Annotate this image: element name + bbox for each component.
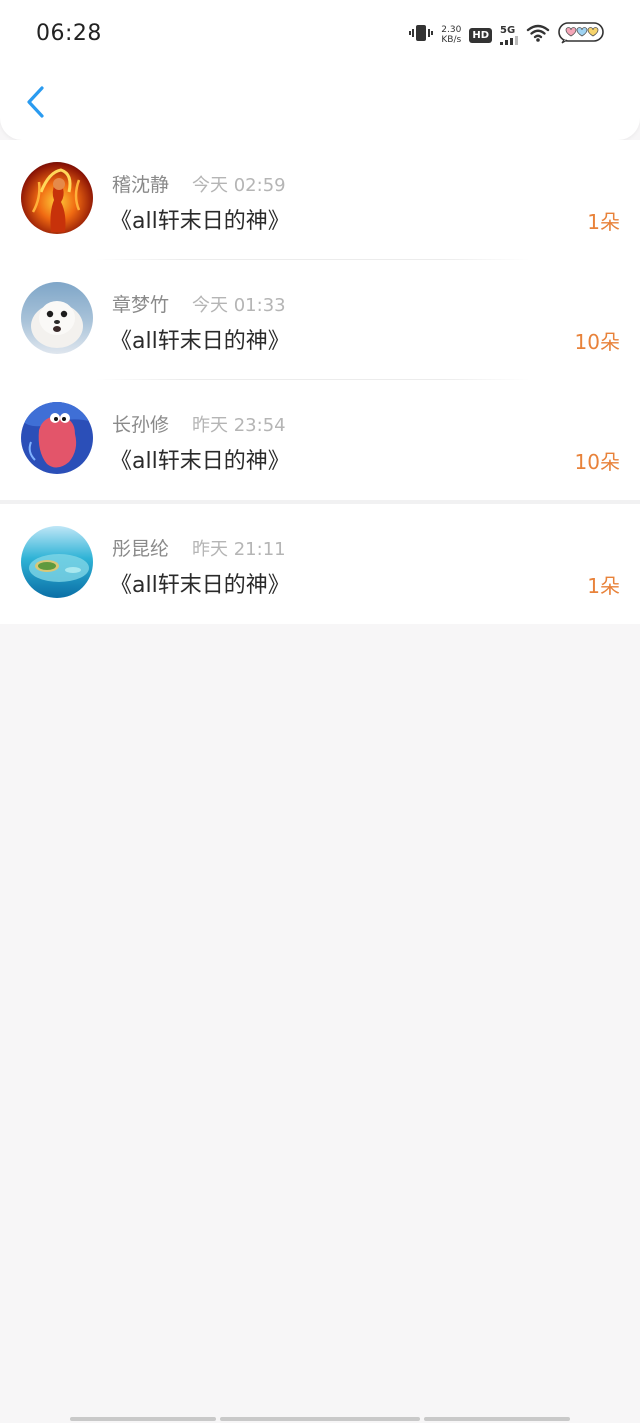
book-title: 《all轩末日的神》 [110,573,290,598]
sender-name: 彤昆纶 [112,538,170,560]
flower-count: 10朵 [574,450,620,474]
list-group: 彤昆纶 昨天 21:11 《all轩末日的神》 1朵 [0,504,640,624]
sent-time: 今天 02:59 [192,175,286,196]
network-speed-value: 2.30 [441,25,462,35]
cartoon-crab-avatar-image [21,402,93,474]
nav-gesture-bar[interactable] [220,1417,420,1421]
sent-time: 今天 01:33 [192,295,286,316]
flower-count: 1朵 [587,574,620,598]
hd-icon: HD [469,27,492,43]
status-bar: 06:28 2.30 KB/s HD 5G [0,0,640,70]
flower-count: 10朵 [574,330,620,354]
avatar[interactable] [21,162,93,234]
vibrate-icon [409,23,434,47]
list-item[interactable]: 彤昆纶 昨天 21:11 《all轩末日的神》 1朵 [0,504,640,624]
flower-count: 1朵 [587,210,620,234]
nav-gesture-bar[interactable] [70,1417,216,1421]
sent-time: 昨天 23:54 [192,415,286,436]
status-icons: 2.30 KB/s HD 5G [409,20,606,50]
network-speed-unit: KB/s [441,35,462,45]
list-item[interactable]: 长孙修 昨天 23:54 《all轩末日的神》 10朵 [0,380,640,500]
avatar[interactable] [21,282,93,354]
sender-name: 稽沈静 [112,174,170,196]
gift-record-list: 稽沈静 今天 02:59 《all轩末日的神》 1朵 章梦竹 今天 01:33 … [0,140,640,624]
book-title: 《all轩末日的神》 [110,329,290,354]
cellular-signal-icon: 5G [500,25,518,45]
island-avatar-image [21,526,93,598]
avatar[interactable] [21,402,93,474]
status-time: 06:28 [36,21,102,46]
wifi-icon [526,23,550,47]
avatar[interactable] [21,526,93,598]
seal-avatar-image [21,282,93,354]
fire-woman-avatar-image [21,162,93,234]
book-title: 《all轩末日的神》 [110,209,290,234]
battery-hearts-icon [558,22,606,48]
list-item[interactable]: 稽沈静 今天 02:59 《all轩末日的神》 1朵 [0,140,640,260]
nav-gesture-bar[interactable] [424,1417,570,1421]
sent-time: 昨天 21:11 [192,539,286,560]
chevron-left-icon [25,85,47,123]
sender-name: 长孙修 [112,414,170,436]
list-item[interactable]: 章梦竹 今天 01:33 《all轩末日的神》 10朵 [0,260,640,380]
list-group: 稽沈静 今天 02:59 《all轩末日的神》 1朵 章梦竹 今天 01:33 … [0,140,640,500]
network-type-label: 5G [500,25,516,36]
network-speed: 2.30 KB/s [441,25,461,45]
sender-name: 章梦竹 [112,294,170,316]
book-title: 《all轩末日的神》 [110,449,290,474]
header: 06:28 2.30 KB/s HD 5G [0,0,640,140]
back-button[interactable] [18,84,54,124]
